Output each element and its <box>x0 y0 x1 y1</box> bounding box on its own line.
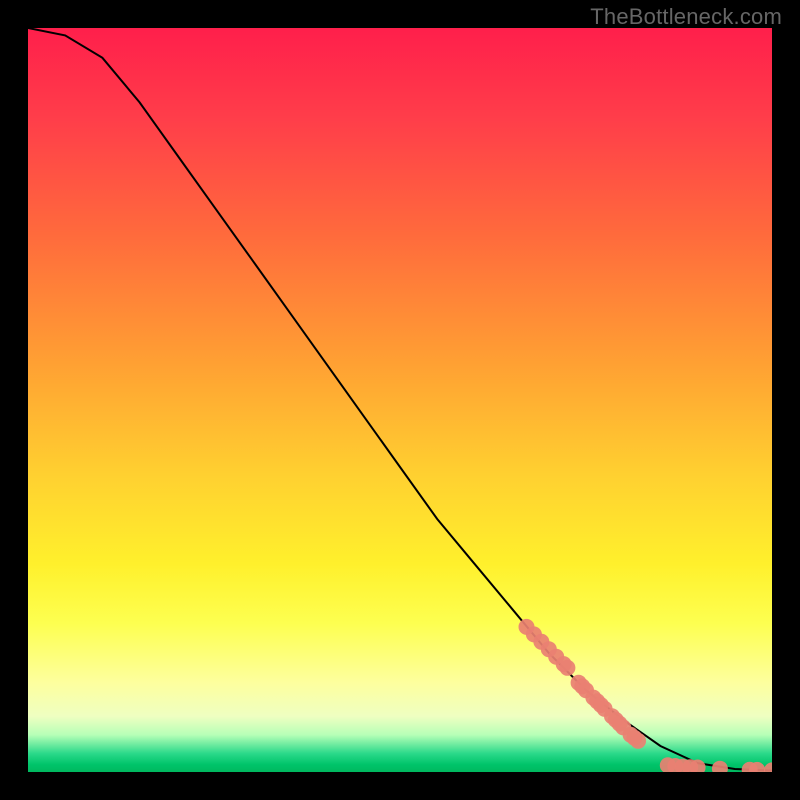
highlighted-point <box>559 660 575 676</box>
chart-container: TheBottleneck.com <box>0 0 800 800</box>
chart-svg-overlay <box>28 28 772 772</box>
highlighted-points-group <box>519 619 773 772</box>
highlighted-point <box>764 762 772 772</box>
plot-area <box>28 28 772 772</box>
highlighted-point <box>712 761 728 772</box>
bottleneck-curve <box>28 28 772 771</box>
highlighted-point <box>630 733 646 749</box>
watermark-text: TheBottleneck.com <box>590 4 782 30</box>
